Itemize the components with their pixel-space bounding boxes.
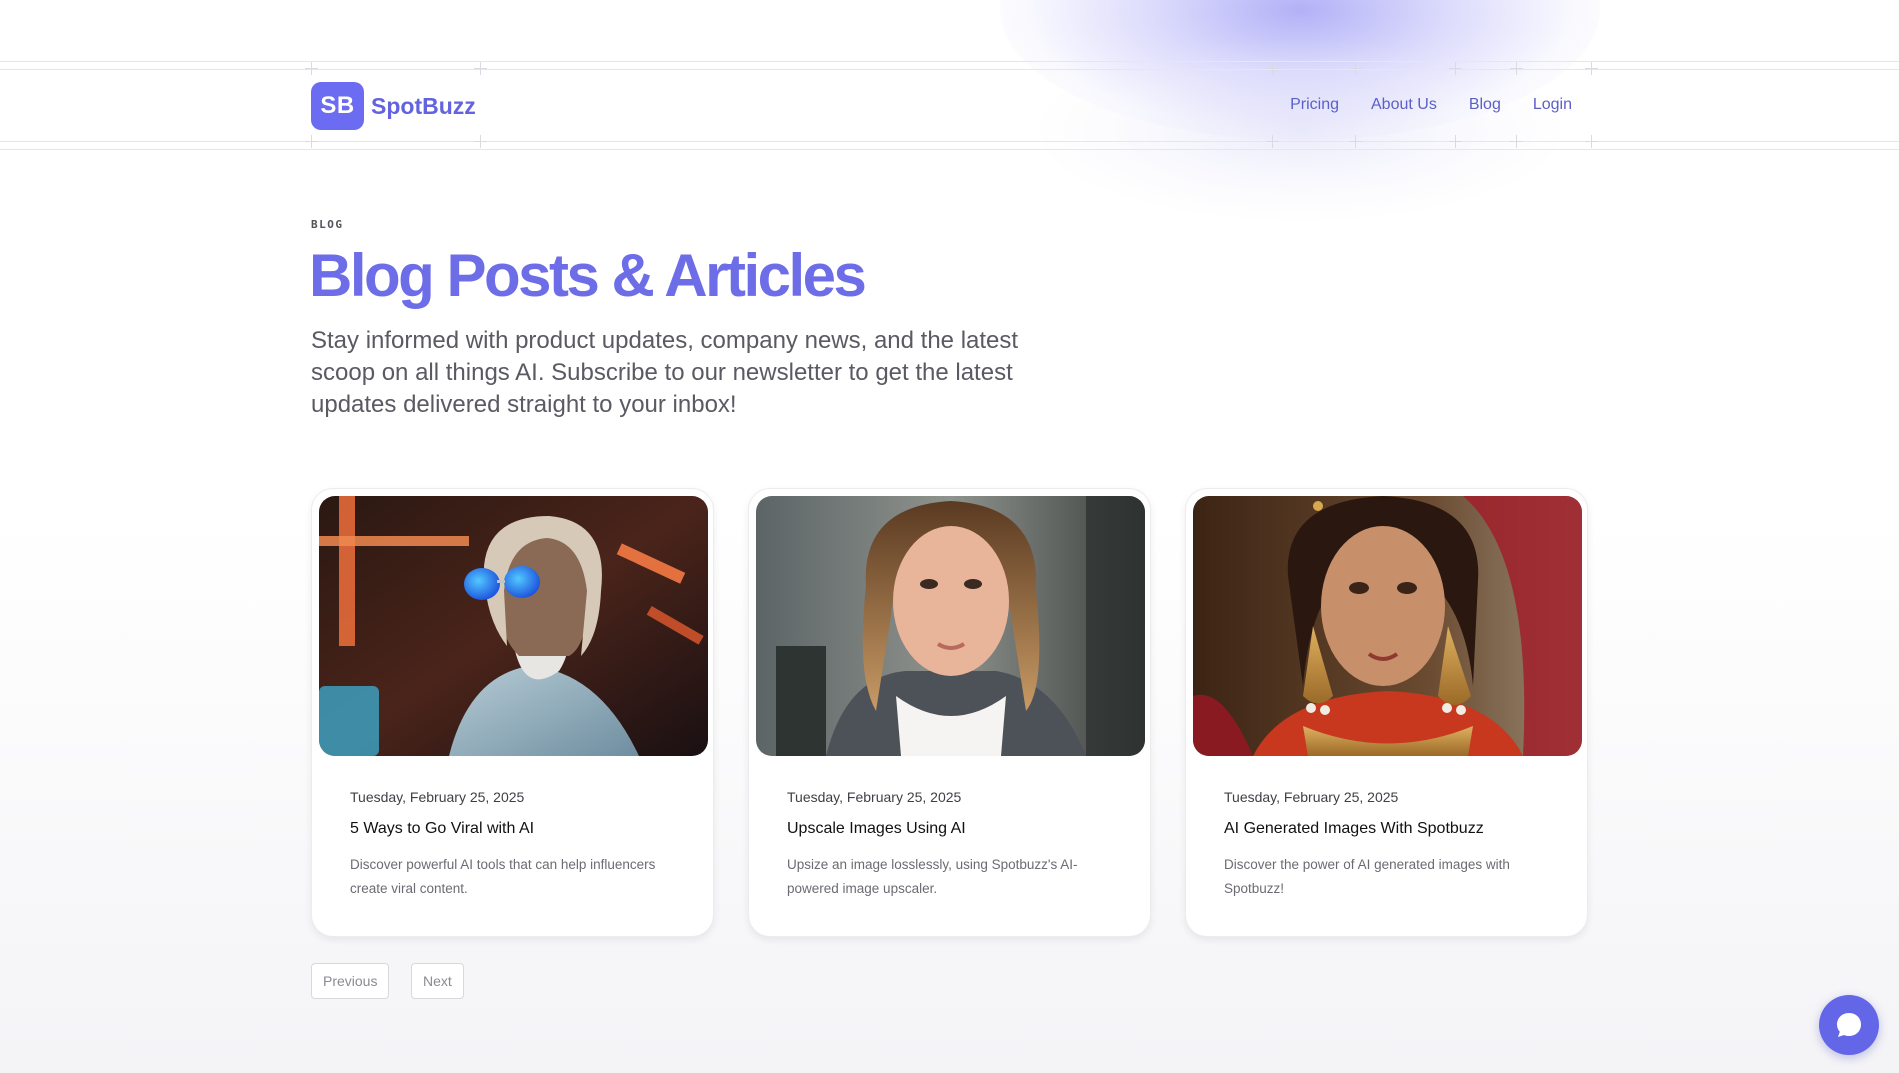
nav-blog-link[interactable]: Blog — [1469, 96, 1501, 114]
site-header: SB SpotBuzz Pricing About Us Blog Login — [311, 82, 1591, 130]
blog-card-image — [756, 496, 1145, 756]
blog-card[interactable]: Tuesday, February 25, 2025 Upscale Image… — [748, 488, 1151, 937]
header-glow-soft — [1040, 40, 1560, 220]
grid-cross — [1349, 135, 1362, 148]
grid-cross — [474, 135, 487, 148]
grid-cross — [1266, 135, 1279, 148]
grid-line — [0, 61, 1899, 62]
nav-about-link[interactable]: About Us — [1371, 96, 1437, 114]
nav-login-link[interactable]: Login — [1533, 96, 1572, 114]
grid-line — [0, 141, 1899, 142]
next-page-button[interactable]: Next — [411, 963, 464, 999]
grid-cross — [305, 62, 318, 75]
grid-cross — [305, 135, 318, 148]
grid-cross — [1266, 62, 1279, 75]
main-nav: Pricing About Us Blog Login — [1290, 96, 1572, 114]
blog-card-title: Upscale Images Using AI — [787, 820, 966, 837]
grid-cross — [474, 62, 487, 75]
page-subtitle: Stay informed with product updates, comp… — [311, 327, 1019, 418]
blog-card-date: Tuesday, February 25, 2025 — [350, 789, 525, 805]
logo-text: SpotBuzz — [371, 92, 476, 119]
chat-launcher-button[interactable] — [1819, 995, 1879, 1055]
blog-card-date: Tuesday, February 25, 2025 — [787, 789, 962, 805]
logo-link[interactable]: SB SpotBuzz — [311, 82, 476, 130]
blog-card-description: Discover powerful AI tools that can help… — [350, 857, 656, 896]
previous-page-button[interactable]: Previous — [311, 963, 390, 999]
grid-cross — [1510, 62, 1523, 75]
page-title: Blog Posts & Articles — [309, 242, 867, 309]
grid-cross — [1585, 62, 1598, 75]
grid-cross — [1510, 135, 1523, 148]
blog-card-date: Tuesday, February 25, 2025 — [1224, 789, 1399, 805]
grid-cross — [1585, 135, 1598, 148]
blog-card-description: Discover the power of AI generated image… — [1224, 857, 1510, 896]
blog-card-title: 5 Ways to Go Viral with AI — [350, 820, 535, 837]
blog-card-image — [319, 496, 708, 756]
grid-cross — [1349, 62, 1362, 75]
grid-cross — [1449, 62, 1462, 75]
blog-card-image — [1193, 496, 1582, 756]
chat-bubble-icon — [1834, 1010, 1864, 1040]
blog-card[interactable]: Tuesday, February 25, 2025 5 Ways to Go … — [311, 488, 714, 937]
section-eyebrow: BLOG — [311, 218, 344, 231]
blog-card-description: Upsize an image losslessly, using Spotbu… — [787, 857, 1078, 896]
grid-cross — [1449, 135, 1462, 148]
nav-pricing-link[interactable]: Pricing — [1290, 96, 1339, 114]
blog-card[interactable]: Tuesday, February 25, 2025 AI Generated … — [1185, 488, 1588, 937]
blog-card-title: AI Generated Images With Spotbuzz — [1224, 820, 1484, 837]
logo-mark: SB — [311, 82, 364, 130]
grid-line — [0, 69, 1899, 70]
grid-line — [0, 149, 1899, 150]
